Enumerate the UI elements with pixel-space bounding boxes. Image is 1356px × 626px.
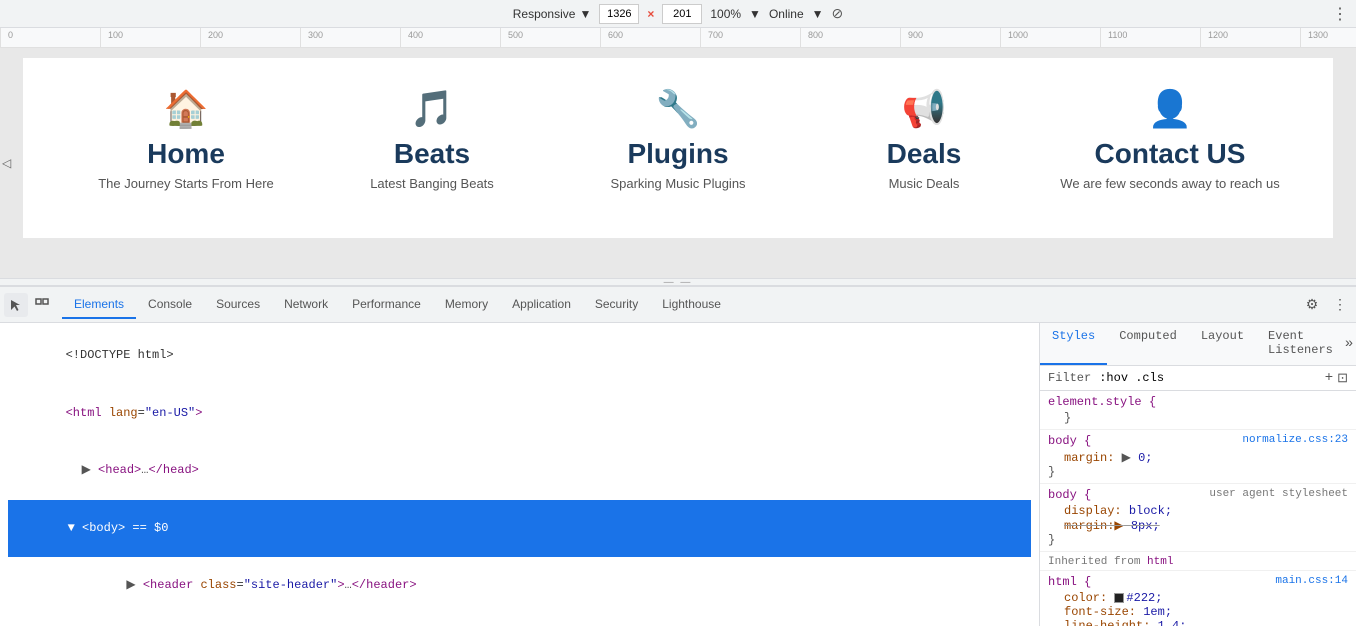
devtools-more-icon[interactable]: ⋮: [1328, 293, 1352, 317]
styles-tab-event-listeners[interactable]: Event Listeners: [1256, 323, 1345, 365]
styles-selector-body-ua[interactable]: body { user agent stylesheet: [1048, 488, 1348, 502]
nav-item-home: 🏠 Home The Journey Starts From Here: [63, 78, 309, 203]
tab-application[interactable]: Application: [500, 291, 583, 319]
code-comment: <!-- site-header -->: [8, 615, 1031, 626]
tab-sources[interactable]: Sources: [204, 291, 272, 319]
styles-prop-color: color: #222;: [1048, 591, 1348, 605]
online-label[interactable]: Online: [769, 7, 804, 21]
code-head[interactable]: ▶ <head>…</head>: [8, 442, 1031, 500]
nav-item-beats: 🎵 Beats Latest Banging Beats: [309, 78, 555, 203]
styles-selector-html[interactable]: html { main.css:14: [1048, 575, 1348, 589]
nav-item-contact: 👤 Contact US We are few seconds away to …: [1047, 78, 1293, 203]
tab-security[interactable]: Security: [583, 291, 650, 319]
styles-block-body-normalize: body { normalize.css:23 margin: ▶ 0; }: [1040, 430, 1356, 484]
height-input[interactable]: [662, 4, 702, 24]
inherited-from-label: Inherited from html: [1040, 552, 1356, 571]
styles-prop-line-height: line-height: 1.4;: [1048, 619, 1348, 626]
toolbar-menu-icon[interactable]: ⋮: [1332, 4, 1348, 24]
styles-closing-brace3: }: [1048, 533, 1348, 547]
home-title: Home: [147, 138, 225, 170]
deals-subtitle: Music Deals: [889, 176, 960, 193]
responsive-label[interactable]: Responsive: [513, 7, 576, 21]
styles-block-body-ua: body { user agent stylesheet display: bl…: [1040, 484, 1356, 552]
ua-source-label: user agent stylesheet: [1209, 488, 1348, 500]
responsive-dropdown-icon[interactable]: ▼: [579, 7, 591, 21]
styles-block-element: element.style { }: [1040, 391, 1356, 430]
inspect-box-icon[interactable]: [30, 293, 54, 317]
styles-closing-brace2: }: [1048, 465, 1348, 479]
main-css-source-link[interactable]: main.css:14: [1275, 575, 1348, 587]
plugins-subtitle: Sparking Music Plugins: [610, 176, 745, 193]
styles-toggle-icon[interactable]: ⊡: [1337, 371, 1348, 386]
dimension-separator: ×: [647, 7, 654, 21]
tab-lighthouse[interactable]: Lighthouse: [650, 291, 733, 319]
home-icon: 🏠: [164, 88, 209, 130]
contact-subtitle: We are few seconds away to reach us: [1060, 176, 1279, 193]
devtools-content: <!DOCTYPE html> <html lang="en-US"> ▶ <h…: [0, 323, 1356, 626]
toolbar: Responsive ▼ × 100% ▼ Online ▼ ⊘ ⋮: [0, 0, 1356, 28]
deals-title: Deals: [887, 138, 962, 170]
styles-selector-element[interactable]: element.style {: [1048, 395, 1348, 409]
styles-closing-brace: }: [1048, 411, 1348, 425]
styles-block-html-main: html { main.css:14 color: #222; font-siz…: [1040, 571, 1356, 626]
beats-icon: 🎵: [410, 88, 455, 130]
deals-icon: 📢: [902, 88, 947, 130]
contact-title: Contact US: [1095, 138, 1246, 170]
elements-panel: <!DOCTYPE html> <html lang="en-US"> ▶ <h…: [0, 323, 1040, 626]
zoom-dropdown-icon[interactable]: ▼: [749, 7, 761, 21]
resize-handle[interactable]: — —: [0, 278, 1356, 286]
filter-icon: Filter: [1048, 371, 1091, 385]
toolbar-right: ⋮: [1332, 4, 1348, 24]
styles-panel: Styles Computed Layout Event Listeners »…: [1040, 323, 1356, 626]
tab-network[interactable]: Network: [272, 291, 340, 319]
website-preview: 🏠 Home The Journey Starts From Here 🎵 Be…: [23, 58, 1333, 238]
styles-prop-margin: margin: ▶ 0;: [1048, 450, 1348, 465]
code-doctype: <!DOCTYPE html>: [8, 327, 1031, 385]
styles-prop-font-size: font-size: 1em;: [1048, 605, 1348, 619]
beats-title: Beats: [394, 138, 470, 170]
devtools-actions: ⚙ ⋮: [1300, 293, 1352, 317]
devtools-icon-group: [4, 293, 54, 317]
nav-item-deals: 📢 Deals Music Deals: [801, 78, 1047, 203]
styles-tab-styles[interactable]: Styles: [1040, 323, 1107, 365]
plugins-icon: 🔧: [656, 88, 701, 130]
beats-subtitle: Latest Banging Beats: [370, 176, 494, 193]
settings-icon[interactable]: ⚙: [1300, 293, 1324, 317]
styles-filter-bar: Filter + ⊡: [1040, 366, 1356, 391]
nav-item-plugins: 🔧 Plugins Sparking Music Plugins: [555, 78, 801, 203]
styles-prop-display: display: block;: [1048, 504, 1348, 518]
code-header[interactable]: ▶ <header class="site-header">…</header>: [8, 557, 1031, 615]
styles-tab-computed[interactable]: Computed: [1107, 323, 1189, 365]
home-subtitle: The Journey Starts From Here: [98, 176, 274, 193]
plugins-title: Plugins: [627, 138, 728, 170]
tab-console[interactable]: Console: [136, 291, 204, 319]
styles-filter-input[interactable]: [1095, 371, 1320, 385]
styles-tabs: Styles Computed Layout Event Listeners »: [1040, 323, 1356, 366]
resize-dots-icon: — —: [664, 277, 693, 288]
devtools-panel: Elements Console Sources Network Perform…: [0, 286, 1356, 626]
styles-tab-layout[interactable]: Layout: [1189, 323, 1256, 365]
code-html[interactable]: <html lang="en-US">: [8, 385, 1031, 443]
ruler: 0 100 200 300 400 500 600 700 800 900 10…: [0, 28, 1356, 48]
left-collapse-icon[interactable]: ◁: [0, 152, 13, 174]
preview-area: ◁ 🏠 Home The Journey Starts From Here 🎵 …: [0, 48, 1356, 278]
tab-memory[interactable]: Memory: [433, 291, 500, 319]
no-throttle-icon: ⊘: [832, 5, 844, 22]
cursor-icon[interactable]: [4, 293, 28, 317]
styles-selector-body-normalize[interactable]: body { normalize.css:23: [1048, 434, 1348, 448]
devtools-tab-bar: Elements Console Sources Network Perform…: [0, 287, 1356, 323]
normalize-source-link[interactable]: normalize.css:23: [1242, 434, 1348, 446]
contact-icon: 👤: [1148, 88, 1193, 130]
zoom-label[interactable]: 100%: [710, 7, 741, 21]
width-input[interactable]: [599, 4, 639, 24]
responsive-controls: Responsive ▼: [513, 7, 592, 21]
tab-performance[interactable]: Performance: [340, 291, 433, 319]
styles-add-rule-icon[interactable]: +: [1325, 370, 1333, 386]
tab-elements[interactable]: Elements: [62, 291, 136, 319]
styles-more-icon[interactable]: »: [1345, 323, 1356, 365]
styles-prop-margin-ua: margin:▶ 8px;: [1048, 518, 1348, 533]
online-dropdown-icon[interactable]: ▼: [812, 7, 824, 21]
code-body[interactable]: ▼ <body> == $0: [8, 500, 1031, 558]
